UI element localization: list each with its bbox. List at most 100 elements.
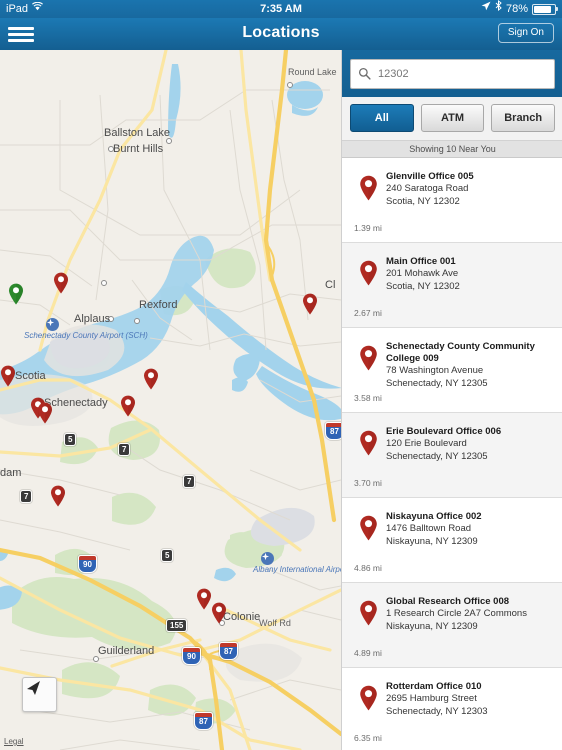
map-interstate-shield: 87 [325, 422, 341, 440]
location-street: 240 Saratoga Road [386, 183, 469, 194]
map-location-pin[interactable] [120, 395, 136, 417]
map-route-shield: 5 [161, 549, 174, 562]
map-route-shield: 7 [20, 490, 33, 503]
ios-status-bar: iPad 7:35 AM 78% [0, 0, 562, 18]
location-pin-icon [350, 509, 386, 548]
map-poi-dot [93, 656, 99, 662]
location-name: Erie Boulevard Office 006 [386, 426, 502, 437]
location-arrow-icon [481, 0, 491, 18]
location-pin-icon [350, 339, 386, 390]
map-route-shield: 7 [118, 443, 131, 456]
status-bar-right: 78% [481, 0, 558, 18]
map-location-pin[interactable] [143, 368, 159, 390]
location-distance: 2.67 mi [354, 308, 382, 318]
location-details: Main Office 001 201 Mohawk Ave Scotia, NY … [386, 254, 555, 293]
map-poi-dot [101, 280, 107, 286]
status-bar-time: 7:35 AM [260, 3, 302, 15]
map-route-shield: 155 [166, 619, 188, 632]
map-location-pin[interactable] [0, 365, 16, 387]
map-location-pin[interactable] [53, 272, 69, 294]
filter-branch-button[interactable]: Branch [491, 104, 556, 132]
location-distance: 3.58 mi [354, 393, 382, 403]
map-poi-dot [287, 82, 293, 88]
location-pin-icon [350, 594, 386, 633]
location-list-item[interactable]: Rotterdam Office 010 2695 Hamburg Street S… [342, 668, 562, 750]
search-bar-container: 12302 [342, 50, 562, 97]
location-street: 201 Mohawk Ave [386, 268, 459, 279]
location-pin-icon [350, 424, 386, 463]
location-details: Global Research Office 008 1 Research Cir… [386, 594, 555, 633]
location-street: 1 Research Circle 2A7 Commons [386, 608, 527, 619]
location-city-state-zip: Niskayuna, NY 12309 [386, 620, 478, 632]
location-details: Glenville Office 005 240 Saratoga Road Sco… [386, 169, 555, 208]
map-location-pin[interactable] [8, 283, 24, 305]
location-pin-icon [350, 254, 386, 293]
map-poi-dot [134, 318, 140, 324]
battery-icon [532, 3, 558, 15]
map-poi-dot [108, 316, 114, 322]
location-pin-icon [350, 679, 386, 718]
locations-panel: 12302 All ATM Branch Showing 10 Near You… [341, 50, 562, 750]
location-distance: 6.35 mi [354, 733, 382, 743]
location-name: Main Office 001 [386, 256, 456, 267]
navigation-bar: Locations Sign On [0, 18, 562, 51]
airport-marker-alb [261, 552, 274, 565]
location-distance: 1.39 mi [354, 223, 382, 233]
filter-all-button[interactable]: All [350, 104, 414, 132]
location-street: 78 Washington Avenue [386, 365, 484, 376]
locations-list[interactable]: Glenville Office 005 240 Saratoga Road Sco… [342, 158, 562, 750]
location-list-item[interactable]: Erie Boulevard Office 006 120 Erie Boulev… [342, 413, 562, 498]
legal-link[interactable]: Legal [4, 737, 24, 746]
bluetooth-icon [495, 0, 502, 18]
location-name: Rotterdam Office 010 [386, 681, 482, 692]
map-poi-dot [108, 146, 114, 152]
battery-percent-label: 78% [505, 3, 528, 15]
location-details: Rotterdam Office 010 2695 Hamburg Street S… [386, 679, 555, 718]
location-street: 1476 Balltown Road [386, 523, 472, 534]
map-route-shield: 5 [64, 433, 77, 446]
location-distance: 3.70 mi [354, 478, 382, 488]
map-interstate-shield: 90 [78, 555, 97, 573]
location-list-item[interactable]: Schenectady County Community College 009… [342, 328, 562, 413]
map-location-pin[interactable] [37, 402, 53, 424]
location-distance: 4.89 mi [354, 648, 382, 658]
location-city-state-zip: Schenectady, NY 12305 [386, 377, 488, 389]
filter-button-group: All ATM Branch [342, 97, 562, 141]
map-interstate-shield: 90 [182, 647, 201, 665]
location-list-item[interactable]: Glenville Office 005 240 Saratoga Road Sco… [342, 158, 562, 243]
results-count-label: Showing 10 Near You [342, 141, 562, 158]
search-input[interactable]: 12302 [350, 58, 555, 89]
locate-me-button[interactable] [22, 677, 57, 712]
map-location-pin[interactable] [211, 602, 227, 624]
filter-atm-button[interactable]: ATM [420, 104, 485, 132]
location-list-item[interactable]: Main Office 001 201 Mohawk Ave Scotia, NY … [342, 243, 562, 328]
location-name: Niskayuna Office 002 [386, 511, 482, 522]
location-street: 120 Erie Boulevard [386, 438, 467, 449]
location-details: Erie Boulevard Office 006 120 Erie Boulev… [386, 424, 555, 463]
map-poi-dot [166, 138, 172, 144]
search-icon [358, 67, 371, 80]
location-distance: 4.86 mi [354, 563, 382, 573]
map-location-pin[interactable] [302, 293, 318, 315]
map-canvas [0, 50, 341, 750]
map-interstate-shield: 87 [219, 642, 238, 660]
location-list-item[interactable]: Niskayuna Office 002 1476 Balltown Road Ni… [342, 498, 562, 583]
airport-marker-sch [46, 318, 59, 331]
map-view[interactable]: Round Lake Ballston Lake Burnt Hills Alplau… [0, 50, 341, 750]
location-street: 2695 Hamburg Street [386, 693, 477, 704]
location-name: Global Research Office 008 [386, 596, 510, 607]
location-list-item[interactable]: Global Research Office 008 1 Research Cir… [342, 583, 562, 668]
map-route-shield: 7 [183, 475, 196, 488]
map-location-pin[interactable] [196, 588, 212, 610]
location-pin-icon [350, 169, 386, 208]
sign-on-button[interactable]: Sign On [497, 23, 554, 43]
location-name: Glenville Office 005 [386, 171, 474, 182]
location-details: Schenectady County Community College 009… [386, 339, 555, 390]
location-name: Schenectady County Community College 009 [386, 341, 535, 364]
locate-arrow-icon [27, 681, 40, 695]
map-location-pin[interactable] [50, 485, 66, 507]
page-title: Locations [242, 24, 320, 41]
location-details: Niskayuna Office 002 1476 Balltown Road Ni… [386, 509, 555, 548]
location-city-state-zip: Scotia, NY 12302 [386, 195, 460, 207]
locations-screen: iPad 7:35 AM 78% Locations Sign On Round… [0, 0, 562, 750]
